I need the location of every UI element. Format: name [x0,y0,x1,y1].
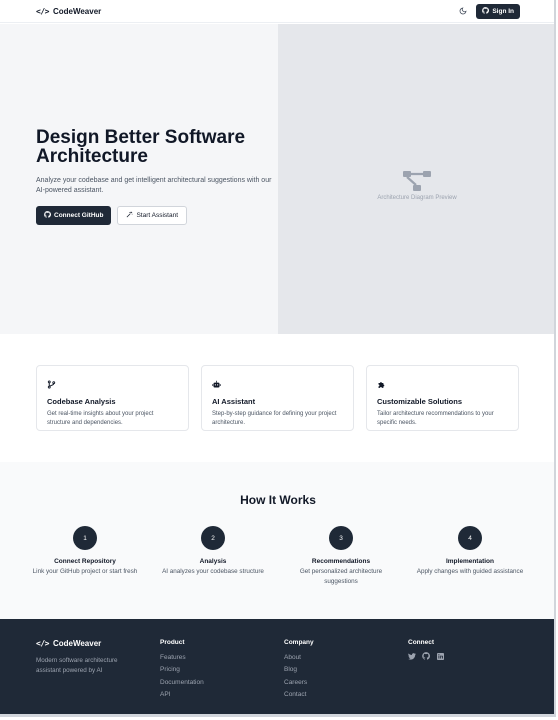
features-section: Codebase Analysis Get real-time insights… [0,334,554,462]
architecture-preview: Architecture Diagram Preview [278,24,554,334]
step-title: Analysis [199,558,227,565]
footer-link-blog[interactable]: Blog [284,664,314,676]
hero-section: Design Better Software Architecture Anal… [0,24,554,334]
footer-link-pricing[interactable]: Pricing [160,664,204,676]
feature-title: Codebase Analysis [47,397,116,406]
how-it-works-section: How It Works 1 Connect Repository Link y… [0,462,554,619]
step-description: Apply changes with guided assistance [416,568,524,575]
step-description: Get personalized architecture suggestion… [299,568,383,585]
step-analysis: 2 Analysis AI analyzes your codebase str… [158,526,268,577]
step-description: AI analyzes your codebase structure [162,568,264,575]
step-description: Link your GitHub project or start fresh [32,568,138,575]
moon-icon[interactable] [458,6,468,16]
footer-link-about[interactable]: About [284,652,314,664]
connect-github-label: Connect GitHub [54,212,104,219]
magic-wand-icon [126,211,133,220]
linkedin-icon[interactable] [436,652,444,660]
twitter-icon[interactable] [408,652,416,660]
how-it-works-title: How It Works [240,493,316,507]
footer-tagline: Modern software architecture assistant p… [36,657,118,674]
footer: </> CodeWeaver Modern software architect… [0,619,554,714]
code-icon: </> [36,6,49,16]
hero-title-line-1: Design Better Software [36,127,246,148]
step-number: 3 [329,526,353,550]
connect-github-button[interactable]: Connect GitHub [36,206,112,225]
hero-title: Design Better Software Architecture [36,128,281,166]
code-icon: </> [36,639,49,648]
puzzle-icon [378,382,385,388]
start-assistant-button[interactable]: Start Assistant [117,206,188,225]
step-title: Implementation [445,558,495,565]
step-number: 2 [201,526,225,550]
footer-connect-column: Connect [408,639,444,660]
step-recommendations: 3 Recommendations Get personalized archi… [286,526,396,586]
sign-in-label: Sign In [492,7,514,15]
footer-brand-name: CodeWeaver [52,639,102,648]
footer-link-api[interactable]: API [160,689,204,701]
step-title: Connect Repository [54,558,116,565]
step-number: 1 [73,526,97,550]
sign-in-button[interactable]: Sign In [476,3,520,19]
git-branch-icon [47,380,56,389]
hero-subtitle: Analyze your codebase and get intelligen… [36,177,272,194]
step-number: 4 [458,526,482,550]
feature-title: AI Assistant [212,397,256,406]
footer-company-column: Company About Blog Careers Contact [284,639,314,701]
feature-card-ai-assistant: AI Assistant Step-by-step guidance for d… [201,365,354,431]
github-icon[interactable] [422,652,430,660]
brand-logo[interactable]: </> CodeWeaver [36,7,101,16]
step-connect-repository: 1 Connect Repository Link your GitHub pr… [30,526,140,577]
feature-description: Step-by-step guidance for defining your … [212,411,337,426]
bot-icon [212,380,221,388]
footer-heading: Company [284,639,314,646]
feature-card-codebase-analysis: Codebase Analysis Get real-time insights… [36,365,189,431]
footer-link-documentation[interactable]: Documentation [160,677,204,689]
feature-description: Get real-time insights about your projec… [47,411,154,426]
hero-title-line-2: Architecture [36,146,148,167]
start-assistant-label: Start Assistant [136,212,179,219]
footer-heading: Connect [408,639,434,646]
brand-name: CodeWeaver [52,6,102,16]
footer-link-features[interactable]: Features [160,652,204,664]
footer-product-column: Product Features Pricing Documentation A… [160,639,204,701]
feature-title: Customizable Solutions [377,397,463,406]
footer-link-contact[interactable]: Contact [284,689,314,701]
footer-heading: Product [160,639,185,646]
feature-description: Tailor architecture recommendations to y… [377,411,494,426]
page: </> CodeWeaver Sign In Design Better Sof… [0,0,556,717]
feature-card-customizable-solutions: Customizable Solutions Tailor architectu… [366,365,519,431]
preview-label: Architecture Diagram Preview [377,194,457,201]
footer-link-careers[interactable]: Careers [284,677,314,689]
github-icon [44,211,51,220]
footer-brand[interactable]: </> CodeWeaver [36,639,101,648]
top-nav: </> CodeWeaver Sign In [0,0,554,23]
step-title: Recommendations [311,558,371,565]
step-implementation: 4 Implementation Apply changes with guid… [415,526,525,577]
diagram-icon [403,170,431,191]
github-icon [482,6,490,16]
